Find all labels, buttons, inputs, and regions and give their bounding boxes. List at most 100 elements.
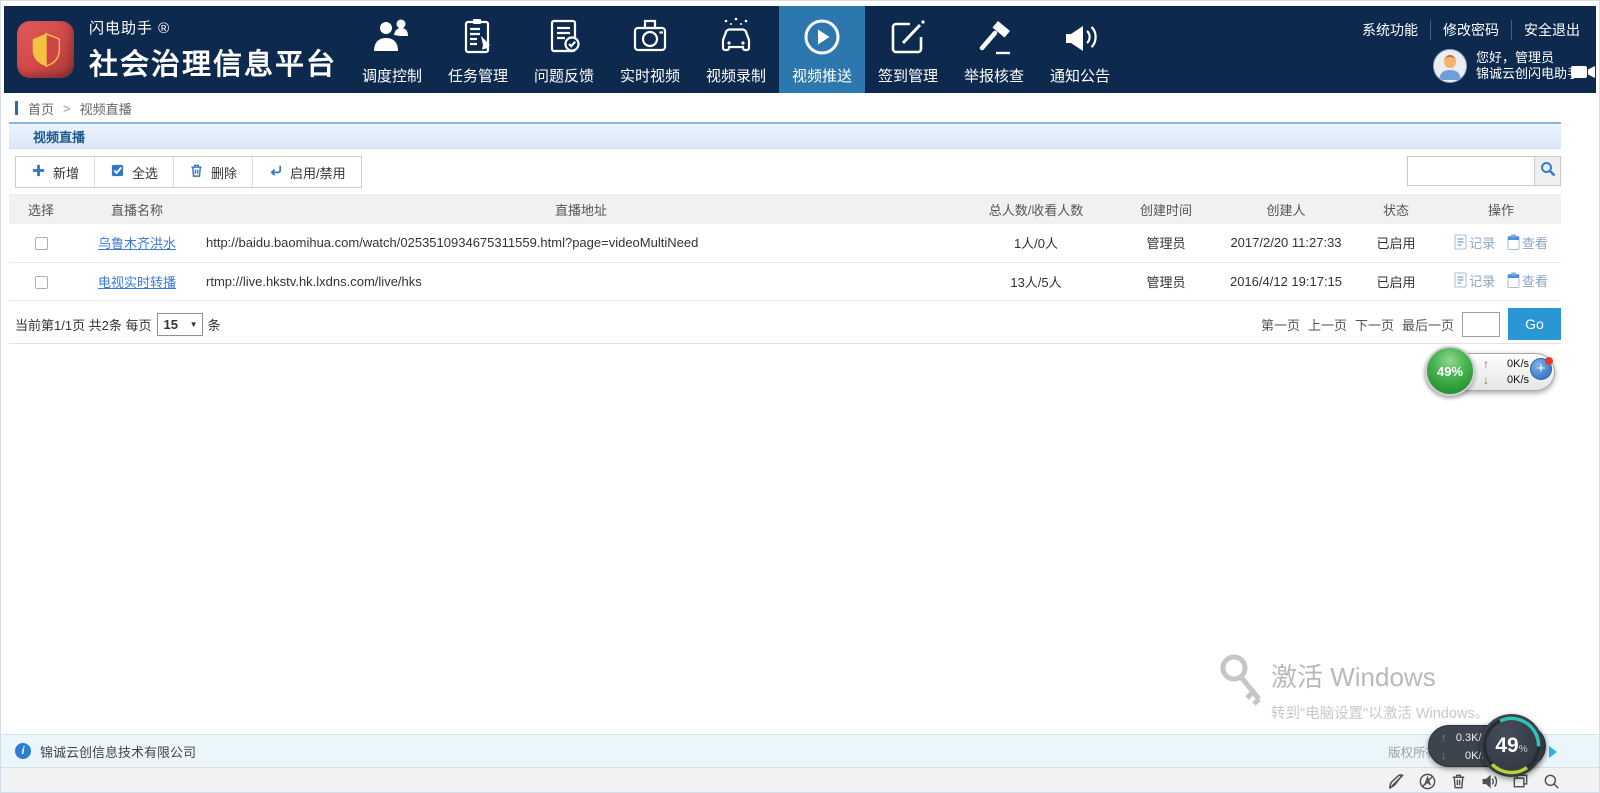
speed-widget-top[interactable]: 49% ↑ 0K/s ↓ 0K/s + [1425, 345, 1557, 401]
caret-down-icon: ▼ [190, 320, 198, 329]
app-window: 闪电助手 ® 社会治理信息平台 调度控制 任务 [0, 0, 1600, 793]
video-camera-icon [1570, 64, 1596, 85]
live-name-link[interactable]: 乌鲁木齐洪水 [98, 236, 176, 251]
nav-item-live-video[interactable]: 实时视频 [607, 6, 693, 93]
record-doc-icon [1454, 234, 1467, 250]
add-button-label: 新增 [53, 163, 79, 182]
breadcrumb: 首页 > 视频直播 [9, 94, 1561, 122]
page-size-select[interactable]: 15 ▼ [157, 313, 203, 336]
navbar-links: 系统功能 修改密码 安全退出 [1350, 20, 1580, 40]
search-box [1407, 156, 1561, 186]
nav-item-tasks[interactable]: 任务管理 [435, 6, 521, 93]
go-button[interactable]: Go [1508, 308, 1561, 340]
plus-icon: + [1537, 360, 1546, 377]
footer-company: 锦诚云创信息技术有限公司 [40, 742, 196, 761]
page-summary-text: 当前第1/1页 共2条 每页 [15, 315, 152, 334]
nav-item-report-review[interactable]: 举报核查 [951, 6, 1037, 93]
select-all-label: 全选 [132, 163, 158, 182]
link-system-functions[interactable]: 系统功能 [1350, 20, 1430, 40]
car-icon [714, 13, 758, 59]
delete-button[interactable]: 删除 [173, 157, 252, 187]
view-link[interactable]: 查看 [1507, 271, 1548, 290]
view-clipboard-icon [1507, 234, 1520, 250]
status-badge: 已启用 [1351, 224, 1441, 262]
checkbox-checked-icon [110, 163, 125, 181]
main-nav: 调度控制 任务管理 问题反馈 [349, 6, 1123, 93]
breadcrumb-current: 视频直播 [80, 99, 132, 118]
delete-label: 删除 [211, 163, 237, 182]
first-page-link[interactable]: 第一页 [1261, 315, 1300, 334]
performance-ball[interactable]: 49 % [1480, 714, 1543, 777]
user-info: 您好，管理员 锦诚云创闪电助手 [1476, 50, 1580, 82]
pagination-summary: 当前第1/1页 共2条 每页 15 ▼ 条 [15, 304, 221, 344]
camera-icon [628, 13, 672, 59]
breadcrumb-home[interactable]: 首页 [28, 99, 54, 118]
speed-percent: 49% [1437, 364, 1463, 379]
rocket-boost-icon[interactable] [1386, 771, 1406, 791]
pagination-controls: 第一页 上一页 下一页 最后一页 Go [1261, 304, 1561, 344]
header-select: 选择 [9, 194, 73, 224]
toolbar: 新增 全选 删除 启用/禁用 [9, 156, 1561, 188]
page-number-input[interactable] [1462, 312, 1500, 337]
expand-arrow-icon[interactable] [1549, 746, 1557, 758]
prev-page-link[interactable]: 上一页 [1308, 315, 1347, 334]
brand-text: 闪电助手 ® 社会治理信息平台 [89, 17, 337, 83]
brand[interactable]: 闪电助手 ® 社会治理信息平台 [4, 6, 349, 93]
info-icon: i [15, 743, 31, 759]
link-logout[interactable]: 安全退出 [1511, 20, 1580, 40]
header-name: 直播名称 [73, 194, 201, 224]
creator-cell: 管理员 [1111, 262, 1221, 300]
row-checkbox[interactable] [35, 237, 48, 250]
next-page-link[interactable]: 下一页 [1355, 315, 1394, 334]
view-link[interactable]: 查看 [1507, 233, 1548, 252]
select-all-button[interactable]: 全选 [94, 157, 173, 187]
toolbar-button-group: 新增 全选 删除 启用/禁用 [15, 156, 362, 188]
row-checkbox[interactable] [35, 276, 48, 289]
live-url: http://baidu.baomihua.com/watch/02535109… [201, 224, 961, 262]
header-url: 直播地址 [201, 194, 961, 224]
feedback-icon [542, 13, 586, 59]
live-name-link[interactable]: 电视实时转播 [98, 275, 176, 290]
shield-icon [27, 31, 65, 69]
up-arrow-icon: ↑ [1483, 357, 1489, 371]
user-block[interactable]: 您好，管理员 锦诚云创闪电助手 [1433, 49, 1580, 83]
search-button[interactable] [1535, 156, 1561, 186]
nav-item-announcements[interactable]: 通知公告 [1037, 6, 1123, 93]
speed-widget-bottom[interactable]: ↑ 0.3K/s ↓ 0K/s 49 % [1428, 713, 1550, 779]
record-link[interactable]: 记录 [1454, 233, 1495, 252]
accelerate-button[interactable]: + [1530, 358, 1552, 380]
nav-item-feedback[interactable]: 问题反馈 [521, 6, 607, 93]
user-account: 锦诚云创闪电助手 [1476, 66, 1580, 82]
search-icon [1540, 161, 1556, 182]
gavel-icon [972, 13, 1016, 59]
taskbar [1, 767, 1600, 793]
search-input[interactable] [1407, 156, 1535, 186]
add-button[interactable]: 新增 [16, 157, 94, 187]
page-title: 视频直播 [33, 127, 85, 146]
record-link[interactable]: 记录 [1454, 271, 1495, 290]
table-row: 电视实时转播 rtmp://live.hkstv.hk.lxdns.com/li… [9, 262, 1561, 300]
last-page-link[interactable]: 最后一页 [1402, 315, 1454, 334]
nav-item-label: 视频推送 [792, 65, 852, 86]
viewers-cell: 13人/5人 [961, 262, 1111, 300]
header-status: 状态 [1351, 194, 1441, 224]
windows-activation-watermark: 激活 Windows 转到"电脑设置"以激活 Windows。 [1217, 653, 1265, 720]
header-created-time: 创建时间 [1111, 194, 1221, 224]
upload-row: ↑ 0K/s [1483, 357, 1529, 371]
panel-header: 视频直播 [9, 122, 1561, 149]
enable-disable-button[interactable]: 启用/禁用 [252, 157, 361, 187]
down-arrow-icon: ↓ [1483, 373, 1489, 387]
nav-item-checkin[interactable]: 签到管理 [865, 6, 951, 93]
nav-item-video-push[interactable]: 视频推送 [779, 6, 865, 93]
nav-item-dispatch[interactable]: 调度控制 [349, 6, 435, 93]
nav-item-label: 举报核查 [964, 65, 1024, 86]
top-navbar: 闪电助手 ® 社会治理信息平台 调度控制 任务 [4, 6, 1596, 93]
speed-ball[interactable]: 49% [1425, 346, 1475, 396]
breadcrumb-accent-bar [15, 101, 18, 115]
nav-item-video-record[interactable]: 视频录制 [693, 6, 779, 93]
table-header-row: 选择 直播名称 直播地址 总人数/收看人数 创建时间 创建人 状态 操作 [9, 194, 1561, 224]
view-clipboard-icon [1507, 272, 1520, 288]
link-change-password[interactable]: 修改密码 [1430, 20, 1511, 40]
created-time-cell: 2017/2/20 11:27:33 [1221, 224, 1351, 262]
live-url: rtmp://live.hkstv.hk.lxdns.com/live/hks [201, 262, 961, 300]
